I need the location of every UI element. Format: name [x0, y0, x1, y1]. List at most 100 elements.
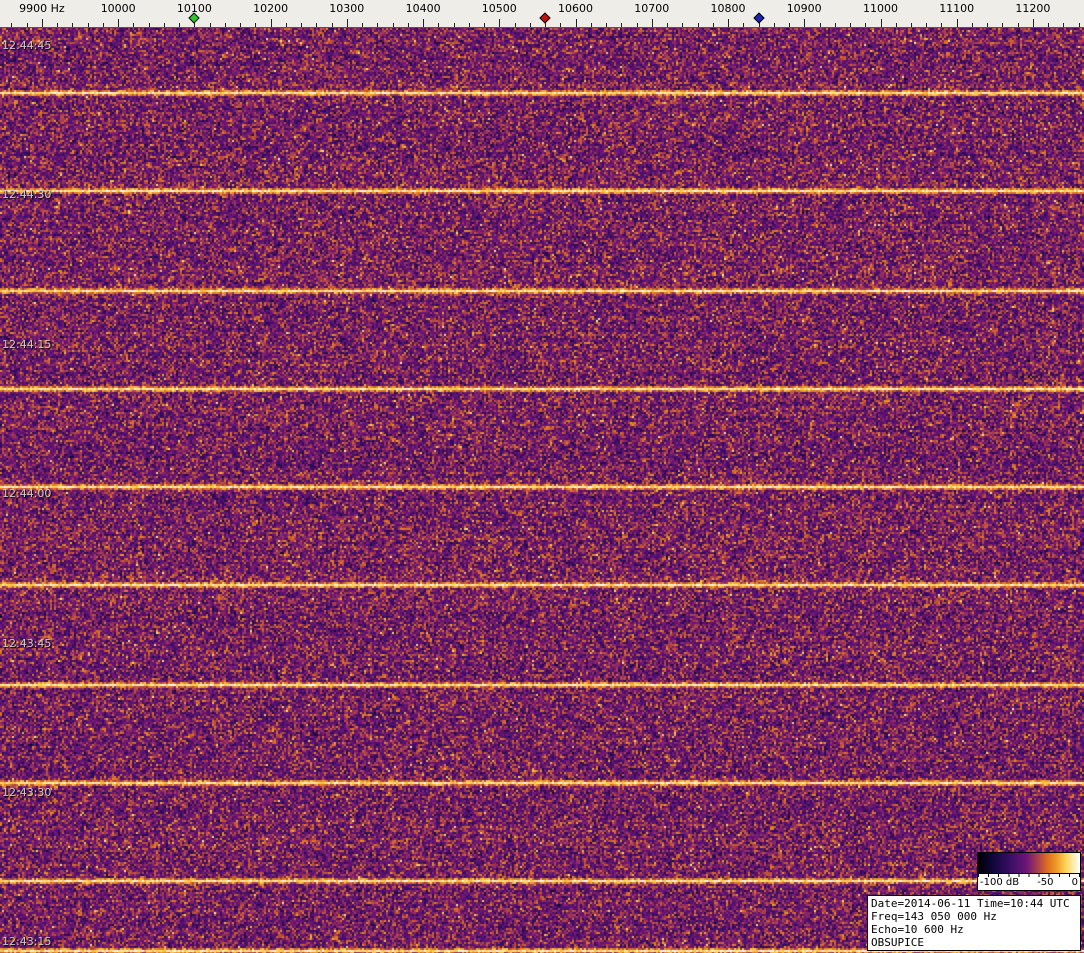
minor-tick — [484, 23, 486, 27]
minor-tick — [148, 23, 150, 27]
waterfall-display[interactable]: 12:44:45 12:44:30 12:44:15 12:44:00 12:43:45… — [0, 28, 1084, 953]
time-label: 12:43:30 — [2, 786, 52, 799]
waterfall-canvas[interactable] — [0, 28, 1084, 953]
minor-tick — [834, 23, 836, 27]
freq-tick-label: 9900 Hz — [19, 2, 65, 15]
minor-tick — [560, 23, 562, 27]
minor-tick — [819, 23, 821, 27]
major-tick — [423, 19, 425, 27]
freq-tick-label: 10300 — [329, 2, 365, 15]
minor-tick — [179, 23, 181, 27]
minor-tick — [1002, 23, 1004, 27]
minor-tick — [255, 23, 257, 27]
minor-tick — [11, 23, 13, 27]
minor-tick — [514, 23, 516, 27]
minor-tick — [301, 23, 303, 27]
minor-tick — [209, 23, 211, 27]
minor-tick — [743, 23, 745, 27]
minor-tick — [87, 23, 89, 27]
minor-tick — [285, 23, 287, 27]
major-tick — [880, 19, 882, 27]
minor-tick — [316, 23, 318, 27]
freq-tick-label: 10800 — [710, 2, 746, 15]
legend-max-label: 0 — [1071, 877, 1078, 888]
minor-tick — [545, 23, 546, 27]
frequency-ruler[interactable]: 9900 Hz 10000 10100 10200 10300 10400 10500 106… — [0, 0, 1084, 28]
time-label: 12:43:45 — [2, 636, 52, 650]
major-tick — [346, 19, 348, 27]
major-tick — [575, 19, 577, 27]
minor-tick — [926, 23, 928, 27]
freq-tick-label: 10500 — [481, 2, 517, 15]
minor-tick — [240, 23, 242, 27]
minor-tick — [438, 23, 440, 27]
time-label: 12:44:15 — [2, 337, 52, 351]
color-scale-legend: -100 dB -50 0 — [977, 852, 1081, 891]
major-tick — [118, 19, 120, 27]
minor-tick — [606, 23, 607, 27]
time-label: 12:43:15 — [2, 935, 52, 949]
minor-tick — [529, 23, 531, 27]
marker-red-diamond[interactable] — [539, 12, 551, 24]
major-tick — [728, 19, 729, 27]
minor-tick — [621, 23, 623, 27]
minor-tick — [911, 23, 912, 27]
minor-tick — [26, 23, 28, 27]
info-freq-line: Freq=143 050 000 Hz — [871, 910, 997, 923]
minor-tick — [1078, 23, 1080, 27]
minor-tick — [712, 23, 714, 27]
minor-tick — [789, 23, 790, 27]
minor-tick — [133, 23, 135, 27]
minor-tick — [590, 23, 592, 27]
time-label: 12:44:30 — [2, 188, 52, 202]
info-box: Date=2014-06-11 Time=10:44 UTC Freq=143 … — [867, 895, 1081, 951]
freq-tick-label: 10200 — [253, 2, 289, 15]
minor-tick — [407, 23, 409, 27]
major-tick — [956, 19, 958, 27]
minor-tick — [1017, 23, 1019, 27]
major-tick — [804, 19, 806, 27]
freq-tick-label: 10900 — [786, 2, 822, 15]
color-scale-gradient[interactable] — [978, 853, 1080, 874]
major-tick — [499, 19, 501, 27]
time-label: 12:44:00 — [2, 487, 52, 501]
freq-tick-label: 10000 — [100, 2, 136, 15]
minor-tick — [667, 23, 668, 27]
freq-tick-label: 10700 — [634, 2, 670, 15]
minor-tick — [1063, 23, 1065, 27]
minor-tick — [697, 23, 699, 27]
freq-tick-label: 10600 — [558, 2, 593, 15]
minor-tick — [987, 23, 989, 27]
minor-tick — [850, 23, 851, 27]
spectrogram-window: 9900 Hz 10000 10100 10200 10300 10400 10500 106… — [0, 0, 1084, 953]
freq-tick-label: 11200 — [1015, 2, 1051, 15]
info-date-line: Date=2014-06-11 Time=10:44 UTC — [871, 897, 1070, 910]
marker-blue-diamond[interactable] — [752, 12, 765, 24]
minor-tick — [865, 23, 867, 27]
time-label: 12:44:45 — [2, 39, 52, 52]
legend-min-label: -100 dB — [980, 877, 1020, 888]
minor-tick — [468, 23, 470, 27]
minor-tick — [453, 23, 455, 27]
minor-tick — [636, 23, 638, 27]
minor-tick — [941, 23, 943, 27]
minor-tick — [57, 23, 59, 27]
major-tick — [270, 19, 272, 27]
minor-tick — [971, 23, 973, 27]
info-echo-line: Echo=10 600 Hz — [871, 923, 964, 936]
minor-tick — [331, 23, 333, 27]
freq-tick-label: 10400 — [405, 2, 441, 15]
legend-mid-label: -50 — [1037, 877, 1054, 888]
freq-tick-label: 11000 — [863, 2, 898, 15]
minor-tick — [224, 23, 226, 27]
major-tick — [1032, 19, 1034, 27]
minor-tick — [895, 23, 897, 27]
minor-tick — [682, 23, 684, 27]
minor-tick — [773, 23, 775, 27]
minor-tick — [163, 23, 165, 27]
minor-tick — [102, 23, 104, 27]
minor-tick — [392, 23, 394, 27]
info-station-line: OBSUPICE — [871, 936, 924, 949]
minor-tick — [1048, 23, 1050, 27]
minor-tick — [72, 23, 74, 27]
